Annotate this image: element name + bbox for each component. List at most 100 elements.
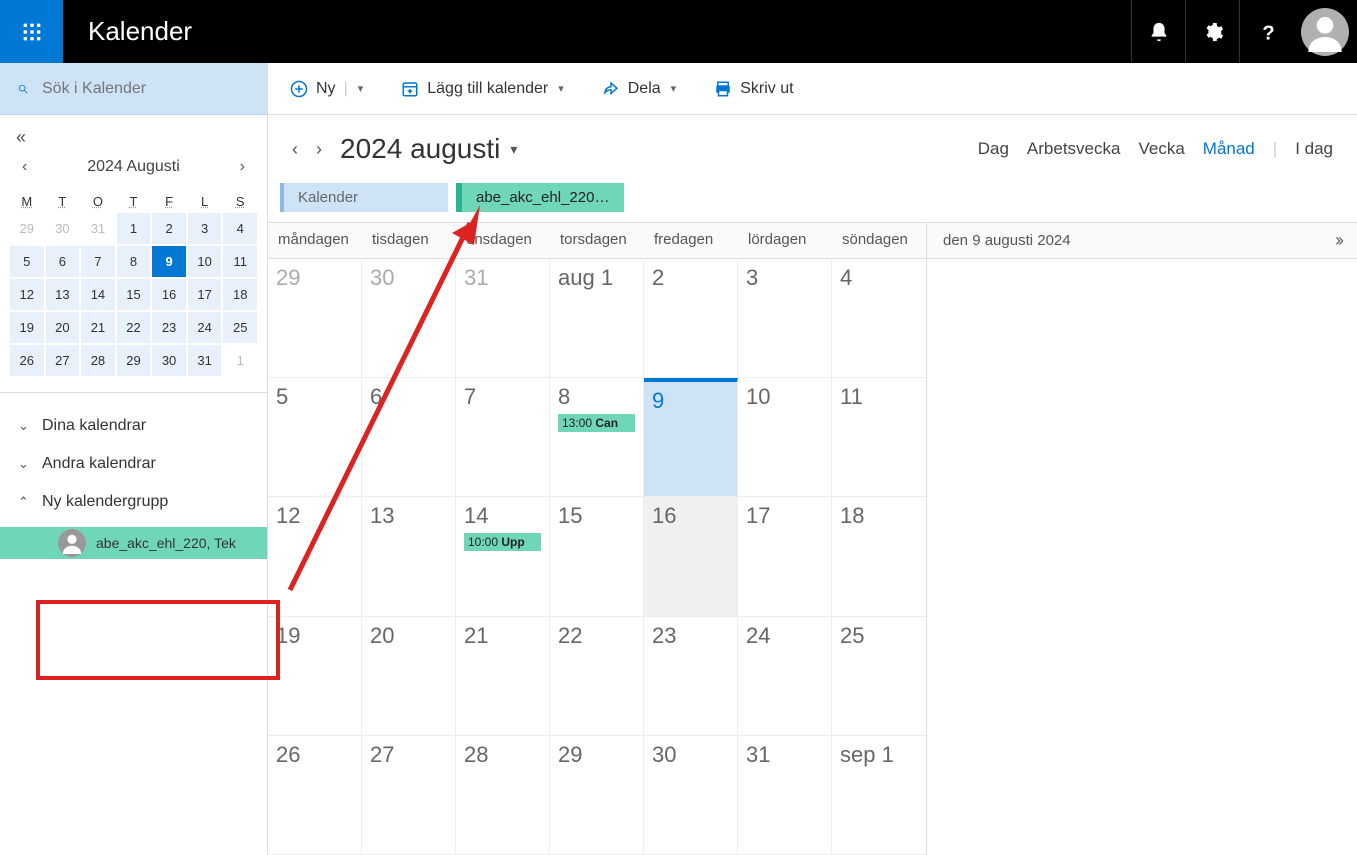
mini-day-cell[interactable]: 6: [46, 246, 80, 277]
mini-day-cell[interactable]: 10: [188, 246, 222, 277]
user-avatar[interactable]: [1301, 8, 1349, 56]
calendar-day-cell[interactable]: 25: [832, 617, 926, 735]
calendar-day-cell[interactable]: 813:00 Can: [550, 378, 644, 496]
calendar-day-cell[interactable]: 5: [268, 378, 362, 496]
mini-day-cell[interactable]: 17: [188, 279, 222, 310]
mini-day-cell[interactable]: 31: [81, 213, 115, 244]
calendar-day-cell[interactable]: 26: [268, 736, 362, 854]
calendar-day-cell[interactable]: 29: [268, 259, 362, 377]
mini-next-month-button[interactable]: ›: [236, 154, 249, 180]
mini-day-cell[interactable]: 29: [10, 213, 44, 244]
chevron-down-icon[interactable]: ▾: [671, 82, 677, 95]
mini-day-cell[interactable]: 30: [46, 213, 80, 244]
mini-day-cell[interactable]: 11: [223, 246, 257, 277]
chevron-down-icon[interactable]: ▾: [558, 82, 564, 95]
mini-day-cell[interactable]: 27: [46, 345, 80, 376]
calendar-day-cell[interactable]: 9: [644, 378, 738, 496]
calendar-tab-main[interactable]: Kalender: [280, 183, 448, 212]
collapse-sidebar-button[interactable]: «: [16, 127, 26, 147]
calendar-item-room[interactable]: abe_akc_ehl_220, Tek: [0, 527, 267, 559]
view-workweek[interactable]: Arbetsvecka: [1027, 139, 1121, 159]
add-calendar-button[interactable]: Lägg till kalender ▾: [401, 80, 564, 98]
group-new-calendar-group[interactable]: ⌃Ny kalendergrupp: [0, 483, 267, 521]
mini-day-cell[interactable]: 15: [117, 279, 151, 310]
calendar-day-cell[interactable]: 21: [456, 617, 550, 735]
calendar-day-cell[interactable]: 23: [644, 617, 738, 735]
mini-day-cell[interactable]: 14: [81, 279, 115, 310]
share-button[interactable]: Dela ▾: [602, 80, 676, 98]
print-button[interactable]: Skriv ut: [714, 80, 793, 98]
view-week[interactable]: Vecka: [1138, 139, 1184, 159]
mini-day-cell[interactable]: 21: [81, 312, 115, 343]
calendar-day-cell[interactable]: 24: [738, 617, 832, 735]
calendar-day-cell[interactable]: 30: [362, 259, 456, 377]
mini-day-cell[interactable]: 23: [152, 312, 186, 343]
search-bar[interactable]: [0, 63, 267, 115]
calendar-day-cell[interactable]: 13: [362, 497, 456, 615]
mini-day-cell[interactable]: 30: [152, 345, 186, 376]
mini-day-cell[interactable]: 3: [188, 213, 222, 244]
calendar-event[interactable]: 13:00 Can: [558, 414, 635, 432]
mini-day-cell[interactable]: 28: [81, 345, 115, 376]
calendar-day-cell[interactable]: 11: [832, 378, 926, 496]
calendar-day-cell[interactable]: sep 1: [832, 736, 926, 854]
mini-day-cell[interactable]: 29: [117, 345, 151, 376]
mini-day-cell[interactable]: 4: [223, 213, 257, 244]
calendar-day-cell[interactable]: 31: [456, 259, 550, 377]
new-button[interactable]: Ny | ▾: [290, 80, 363, 98]
chevron-down-icon[interactable]: ▾: [358, 82, 364, 95]
mini-day-cell[interactable]: 20: [46, 312, 80, 343]
group-other-calendars[interactable]: ⌄Andra kalendrar: [0, 445, 267, 483]
calendar-day-cell[interactable]: 31: [738, 736, 832, 854]
help-button[interactable]: ?: [1239, 0, 1293, 63]
calendar-day-cell[interactable]: 16: [644, 497, 738, 615]
calendar-day-cell[interactable]: 22: [550, 617, 644, 735]
mini-day-cell[interactable]: 12: [10, 279, 44, 310]
calendar-tab-room[interactable]: abe_akc_ehl_220, Tek: [456, 183, 624, 212]
calendar-day-cell[interactable]: 4: [832, 259, 926, 377]
calendar-day-cell[interactable]: 3: [738, 259, 832, 377]
mini-day-cell[interactable]: 8: [117, 246, 151, 277]
agenda-more-button[interactable]: ››: [1335, 230, 1341, 251]
calendar-day-cell[interactable]: 20: [362, 617, 456, 735]
next-month-button[interactable]: ›: [316, 139, 322, 160]
calendar-day-cell[interactable]: 12: [268, 497, 362, 615]
mini-day-cell[interactable]: 25: [223, 312, 257, 343]
calendar-day-cell[interactable]: 7: [456, 378, 550, 496]
mini-day-cell[interactable]: 7: [81, 246, 115, 277]
notifications-button[interactable]: [1131, 0, 1185, 63]
app-launcher-button[interactable]: [0, 0, 63, 63]
month-picker-button[interactable]: ▾: [510, 141, 517, 158]
calendar-day-cell[interactable]: 10: [738, 378, 832, 496]
mini-day-cell[interactable]: 22: [117, 312, 151, 343]
calendar-day-cell[interactable]: 2: [644, 259, 738, 377]
calendar-day-cell[interactable]: 17: [738, 497, 832, 615]
calendar-day-cell[interactable]: 27: [362, 736, 456, 854]
calendar-event[interactable]: 10:00 Upp: [464, 533, 541, 551]
mini-day-cell[interactable]: 31: [188, 345, 222, 376]
mini-day-cell[interactable]: 13: [46, 279, 80, 310]
prev-month-button[interactable]: ‹: [292, 139, 298, 160]
calendar-day-cell[interactable]: 30: [644, 736, 738, 854]
search-input[interactable]: [42, 80, 249, 98]
mini-day-cell[interactable]: 5: [10, 246, 44, 277]
group-my-calendars[interactable]: ⌄Dina kalendrar: [0, 407, 267, 445]
calendar-day-cell[interactable]: 28: [456, 736, 550, 854]
mini-day-cell[interactable]: 9: [152, 246, 186, 277]
calendar-day-cell[interactable]: 6: [362, 378, 456, 496]
calendar-day-cell[interactable]: 18: [832, 497, 926, 615]
calendar-day-cell[interactable]: 1410:00 Upp: [456, 497, 550, 615]
mini-day-cell[interactable]: 26: [10, 345, 44, 376]
settings-button[interactable]: [1185, 0, 1239, 63]
mini-day-cell[interactable]: 16: [152, 279, 186, 310]
mini-day-cell[interactable]: 2: [152, 213, 186, 244]
mini-day-cell[interactable]: 24: [188, 312, 222, 343]
mini-day-cell[interactable]: 1: [117, 213, 151, 244]
calendar-day-cell[interactable]: 19: [268, 617, 362, 735]
calendar-day-cell[interactable]: 29: [550, 736, 644, 854]
mini-day-cell[interactable]: 18: [223, 279, 257, 310]
calendar-day-cell[interactable]: 15: [550, 497, 644, 615]
mini-day-cell[interactable]: 19: [10, 312, 44, 343]
view-day[interactable]: Dag: [978, 139, 1009, 159]
view-month[interactable]: Månad: [1203, 139, 1255, 159]
